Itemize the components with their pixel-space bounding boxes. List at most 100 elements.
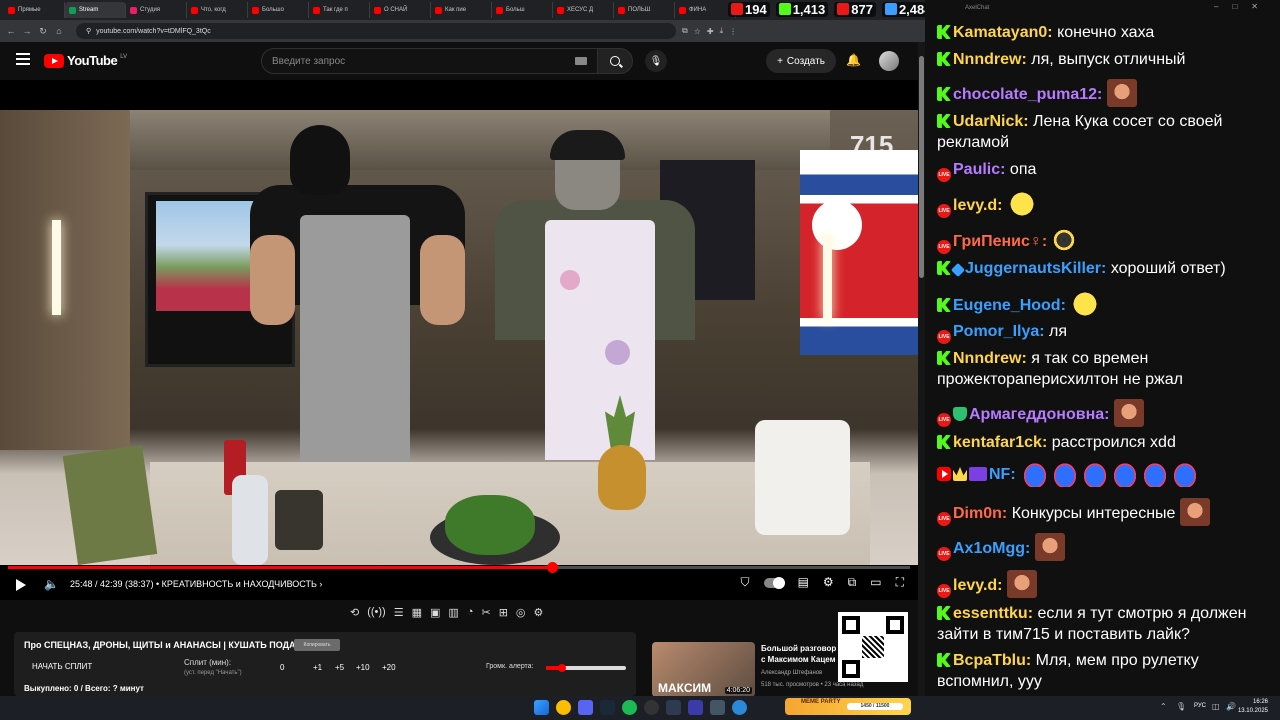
playlist-icon[interactable]: ☰ — [394, 606, 404, 619]
chat-nickname[interactable]: Ax1oMgg: — [953, 540, 1030, 557]
browser-tab[interactable]: ПОЛЬШ — [614, 2, 675, 18]
chat-nickname[interactable]: Nnndrew: — [953, 51, 1027, 68]
search-input[interactable]: Введите запрос — [261, 48, 598, 74]
copy-button[interactable]: Копировать — [294, 639, 340, 651]
settings-gear-icon[interactable]: ⚙ — [823, 575, 834, 590]
voice-search-button[interactable]: 🎙 — [645, 50, 667, 72]
spotify-icon[interactable] — [622, 700, 637, 715]
download-icon[interactable]: ⤓ — [720, 26, 724, 36]
menu-dots-icon[interactable]: ⋮ — [729, 27, 737, 36]
play-icon[interactable] — [16, 579, 26, 591]
clip-icon[interactable]: ▦ — [412, 606, 422, 619]
steam-icon[interactable] — [600, 700, 615, 715]
chat-nickname[interactable]: NF: — [989, 466, 1016, 483]
browser-tab[interactable]: ХЕСУС Д — [553, 2, 614, 18]
progress-bar[interactable] — [8, 562, 910, 573]
chat-nickname[interactable]: Армагеддоновна: — [969, 406, 1109, 423]
extensions-puzzle-icon[interactable]: ✚ — [707, 27, 714, 36]
subtitles-icon[interactable]: ▤ — [798, 575, 809, 590]
video-player[interactable]: 715 🔈 25:48 / 42:39 (38:37) • КРЕАТИВНОС… — [0, 80, 918, 600]
language-indicator[interactable]: РУС — [1194, 703, 1206, 709]
chat-nickname[interactable]: Pomor_Ilya: — [953, 323, 1045, 340]
extension-settings-icon[interactable]: ⚙ — [534, 606, 544, 619]
recommended-channel[interactable]: Александр Штефанов — [761, 670, 822, 676]
chat-nickname[interactable]: ГриПенис♀: — [953, 233, 1047, 250]
cut-icon[interactable]: ✂ — [481, 606, 490, 619]
chat-nickname[interactable]: JuggernautsKiller: — [965, 260, 1106, 277]
screenshot-icon[interactable]: ◎ — [516, 606, 526, 619]
audio-icon[interactable]: ((•)) — [367, 606, 386, 619]
chat-nickname[interactable]: levy.d: — [953, 197, 1003, 214]
split-add-10-button[interactable]: +10 — [356, 663, 370, 672]
telegram-icon[interactable] — [732, 700, 747, 715]
chat-nickname[interactable]: essenttku: — [953, 605, 1033, 622]
clock[interactable]: 16:26 13.10.2025 — [1238, 698, 1268, 716]
recommended-title[interactable]: Большой разговор с Максимом Кацем — [761, 643, 841, 665]
autoplay-toggle[interactable] — [763, 577, 785, 589]
network-icon[interactable]: ◫ — [1212, 702, 1220, 711]
keyboard-icon[interactable] — [575, 57, 587, 65]
chat-nickname[interactable]: Nnndrew: — [953, 350, 1027, 367]
fullscreen-icon[interactable]: ⛶ — [896, 575, 904, 590]
forward-icon[interactable]: → — [22, 26, 32, 36]
app-icon[interactable] — [666, 700, 681, 715]
chat-nickname[interactable]: Dim0n: — [953, 505, 1007, 522]
reload-icon[interactable]: ↻ — [38, 26, 48, 37]
back-icon[interactable]: ← — [6, 26, 16, 36]
bookmark-icon[interactable]: ☆ — [694, 27, 701, 36]
add-icon[interactable]: ⊞ — [499, 606, 508, 619]
speed-icon[interactable]: ◔ — [467, 606, 474, 619]
split-add-1-button[interactable]: +1 — [313, 663, 322, 672]
browser-tab[interactable]: ФИНА — [675, 2, 736, 18]
video-frame[interactable]: 715 — [0, 110, 918, 565]
split-add-5-button[interactable]: +5 — [335, 663, 344, 672]
chat-nickname[interactable]: kentafar1ck: — [953, 434, 1047, 451]
home-icon[interactable]: ⌂ — [54, 26, 64, 36]
site-info-icon[interactable]: ⚲ — [86, 27, 91, 35]
mic-tray-icon[interactable]: 🎙 — [1176, 702, 1186, 711]
browser-tab[interactable]: Большо — [248, 2, 309, 18]
chat-nickname[interactable]: Kamatayan0: — [953, 24, 1053, 41]
chat-nickname[interactable]: levy.d: — [953, 577, 1003, 594]
recommended-thumbnail[interactable]: МАКСИМ 4:06:20 — [652, 642, 755, 697]
browser-tab[interactable]: Как пие — [431, 2, 492, 18]
create-button[interactable]: + Создать — [766, 49, 836, 73]
alert-volume-slider[interactable] — [546, 664, 626, 672]
window-controls[interactable]: –□✕ — [1214, 2, 1272, 11]
tray-chevron-icon[interactable]: ⌃ — [1160, 702, 1167, 711]
chat-nickname[interactable]: chocolate_puma12: — [953, 86, 1102, 103]
browser-tab[interactable]: Больш — [492, 2, 553, 18]
frame-icon[interactable]: ▣ — [430, 606, 440, 619]
miniplayer-icon[interactable]: ⧉ — [848, 575, 857, 590]
loop-icon[interactable]: ⟲ — [350, 606, 359, 619]
chrome-icon[interactable] — [556, 700, 571, 715]
youtube-logo[interactable]: YouTube LV — [44, 53, 127, 68]
chat-nickname[interactable]: Eugene_Hood: — [953, 297, 1066, 314]
chat-nickname[interactable]: UdarNick: — [953, 113, 1029, 130]
chapter-title[interactable]: • КРЕАТИВНОСТЬ и НАХОДЧИВОСТЬ › — [156, 579, 322, 589]
notifications-bell-icon[interactable]: 🔔 — [846, 53, 861, 67]
meme-party-widget[interactable]: MEME PARTY 1450 / 11500 — [785, 698, 911, 715]
browser-tab[interactable]: Stream — [65, 2, 126, 18]
scrollbar-thumb[interactable] — [919, 56, 924, 278]
shield-icon[interactable]: ⛉ — [741, 575, 750, 590]
obs-icon[interactable] — [644, 700, 659, 715]
app-icon[interactable] — [710, 700, 725, 715]
chat-nickname[interactable]: BcpaTblu: — [953, 652, 1031, 669]
speaker-icon[interactable]: 🔊 — [1226, 702, 1236, 711]
browser-tab[interactable]: Что, когд — [187, 2, 248, 18]
start-split-button[interactable]: НАЧАТЬ СПЛИТ — [32, 662, 92, 671]
app-icon[interactable] — [688, 700, 703, 715]
theater-mode-icon[interactable]: ▭ — [870, 575, 881, 590]
chat-nickname[interactable]: Paulic: — [953, 161, 1005, 178]
search-button[interactable] — [597, 48, 633, 74]
split-add-20-button[interactable]: +20 — [382, 663, 396, 672]
avatar[interactable] — [879, 51, 899, 71]
extension-icon[interactable]: ⧉ — [682, 26, 688, 36]
browser-tab[interactable]: Так где п — [309, 2, 370, 18]
menu-hamburger-icon[interactable] — [16, 53, 30, 65]
browser-tab[interactable]: О СНАЙ — [370, 2, 431, 18]
discord-icon[interactable] — [578, 700, 593, 715]
url-field[interactable]: ⚲ youtube.com/watch?v=tDMlFQ_3tQc — [76, 23, 676, 39]
volume-icon[interactable]: 🔈 — [44, 577, 59, 591]
